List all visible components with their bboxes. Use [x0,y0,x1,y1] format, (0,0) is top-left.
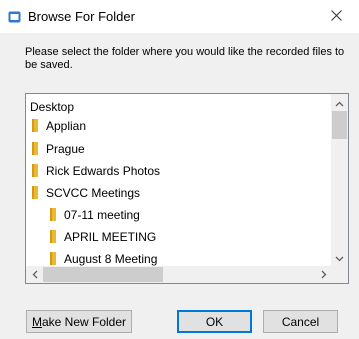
scroll-up-button[interactable] [331,94,348,111]
mnemonic-letter: M [31,314,42,329]
folder-icon [32,142,38,155]
make-new-folder-button[interactable]: Make New Folder [26,310,132,333]
tree-item-07-11-meeting[interactable]: 07-11 meeting [50,205,140,224]
instruction-text: Please select the folder where you would… [25,46,345,71]
window-icon [8,10,21,23]
tree-item-label: Desktop [30,99,75,114]
folder-icon [32,164,38,177]
folder-icon [50,252,56,265]
tree-item-scvcc-meetings[interactable]: SCVCC Meetings [32,183,140,202]
folder-tree-items: Desktop Applian Prague Rick Edwards Phot… [26,94,332,266]
cancel-button[interactable]: Cancel [263,310,338,333]
title-bar[interactable]: Browse For Folder [0,0,359,33]
scroll-down-button[interactable] [331,249,348,266]
tree-item-label: August 8 Meeting [64,251,158,266]
button-label: Cancel [281,314,320,329]
close-button[interactable] [313,0,359,33]
button-label: OK [205,314,224,329]
scroll-right-button[interactable] [315,266,332,283]
vertical-scrollbar[interactable] [331,94,348,266]
scroll-left-button[interactable] [26,266,43,283]
vertical-scroll-thumb[interactable] [332,111,347,139]
folder-icon [32,186,38,199]
folder-icon [32,119,38,132]
tree-item-label: SCVCC Meetings [46,185,141,200]
horizontal-scroll-thumb[interactable] [43,267,163,282]
tree-item-prague[interactable]: Prague [32,139,85,158]
tree-item-rick-edwards-photos[interactable]: Rick Edwards Photos [32,161,160,180]
ok-button[interactable]: OK [177,310,252,333]
tree-item-label: 07-11 meeting [64,207,140,222]
tree-item-desktop[interactable]: Desktop [30,97,74,116]
folder-tree[interactable]: Desktop Applian Prague Rick Edwards Phot… [25,93,349,284]
tree-item-august-8-meeting[interactable]: August 8 Meeting [50,249,157,266]
window-title: Browse For Folder [28,9,135,24]
chevron-up-icon [335,94,344,112]
tree-item-applian[interactable]: Applian [32,116,86,135]
chevron-left-icon [32,266,38,284]
button-label: ake New Folder [41,314,127,329]
close-icon [330,8,342,26]
tree-item-label: Prague [46,141,85,156]
folder-icon [50,230,56,243]
chevron-down-icon [335,249,344,267]
dialog-body: Please select the folder where you would… [0,33,359,339]
tree-item-april-meeting[interactable]: APRIL MEETING [50,227,156,246]
chevron-right-icon [321,266,327,284]
tree-item-label: Applian [46,118,87,133]
tree-item-label: APRIL MEETING [64,229,157,244]
browse-for-folder-dialog: Browse For Folder Please select the fold… [0,0,359,339]
tree-item-label: Rick Edwards Photos [46,163,161,178]
folder-icon [50,208,56,221]
horizontal-scrollbar[interactable] [26,266,332,283]
scrollbar-corner [331,266,348,283]
